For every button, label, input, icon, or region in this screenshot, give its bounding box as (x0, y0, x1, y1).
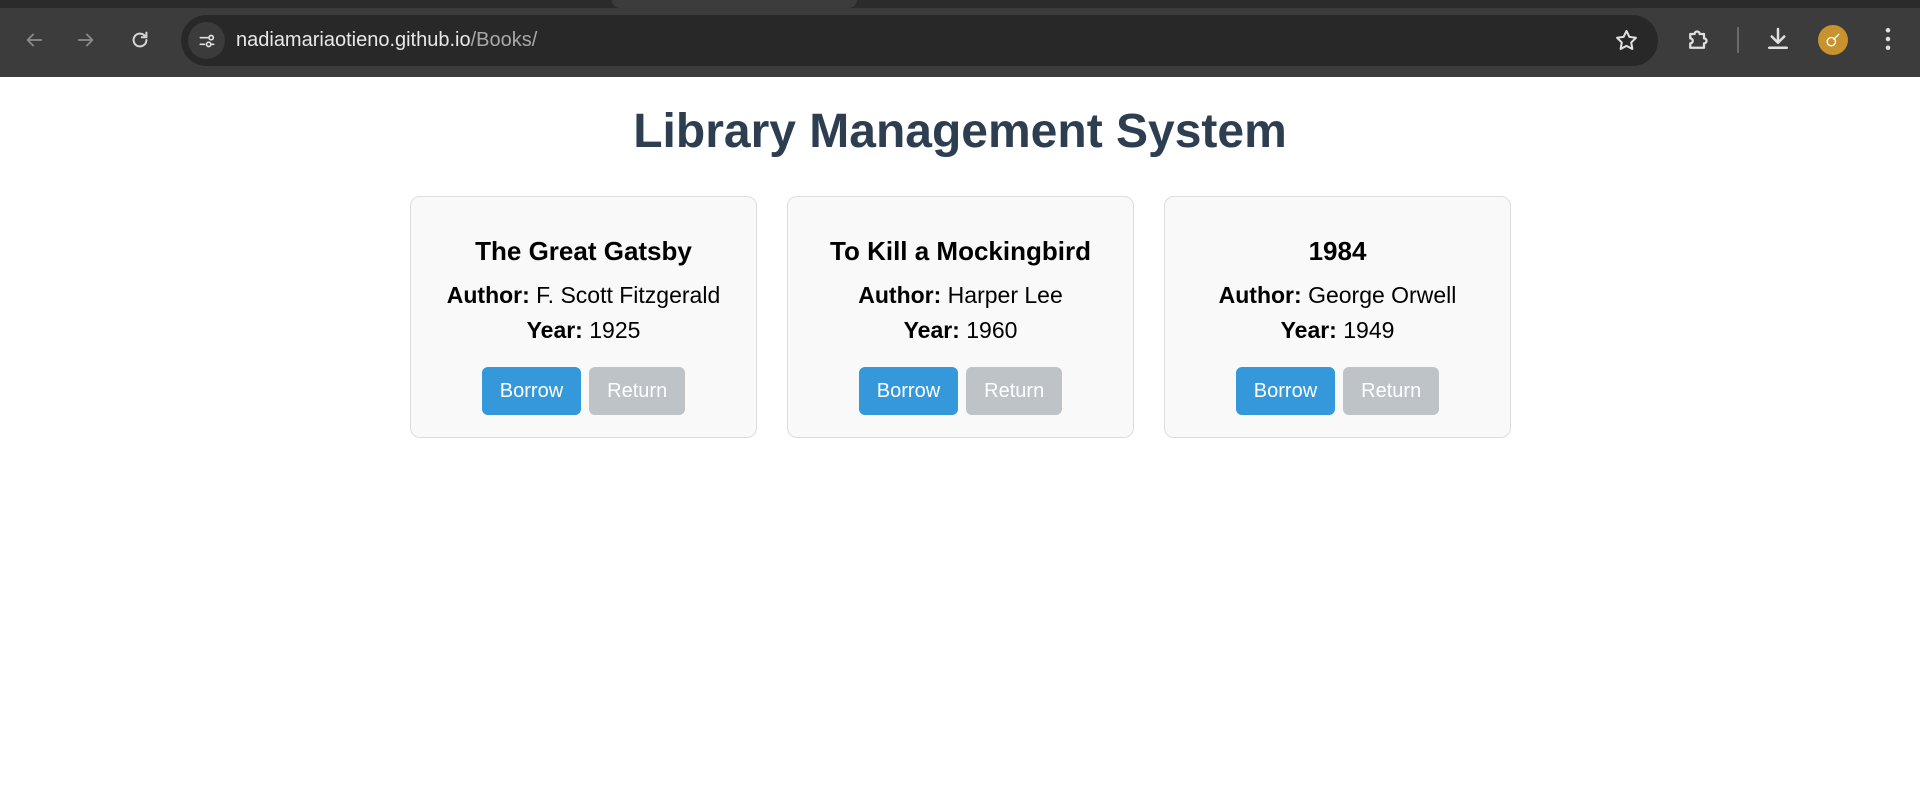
book-actions: Borrow Return (1165, 367, 1510, 415)
borrow-button[interactable]: Borrow (858, 367, 959, 415)
page-title: Library Management System (633, 105, 1287, 158)
author-value: George Orwell (1308, 282, 1457, 308)
book-year: Year: 1949 (1165, 317, 1510, 344)
borrow-button[interactable]: Borrow (481, 367, 582, 415)
book-author: Author: George Orwell (1165, 282, 1510, 309)
return-button[interactable]: Return (966, 367, 1063, 415)
book-title: 1984 (1308, 236, 1367, 266)
forward-button[interactable] (66, 20, 106, 60)
year-label: Year: (903, 317, 960, 343)
book-card: 1984 Author: George Orwell Year: 1949 Bo… (1164, 196, 1511, 438)
reload-icon (132, 31, 148, 48)
year-label: Year: (1280, 317, 1337, 343)
back-arrow-icon (26, 33, 43, 47)
bookmark-star-icon[interactable] (1613, 27, 1640, 54)
year-value: 1925 (589, 317, 641, 343)
browser-toolbar: nadiamariaotieno.github.io/Books/ (0, 0, 1920, 77)
book-card: The Great Gatsby Author: F. Scott Fitzge… (410, 196, 757, 438)
back-button[interactable] (14, 20, 54, 60)
book-title: The Great Gatsby (475, 236, 692, 266)
site-info-button[interactable] (188, 22, 225, 59)
borrow-button[interactable]: Borrow (1235, 367, 1336, 415)
book-year: Year: 1960 (788, 317, 1133, 344)
year-value: 1949 (1343, 317, 1395, 343)
toolbar-divider (1737, 27, 1739, 53)
extensions-icon[interactable] (1684, 24, 1714, 54)
year-value: 1960 (966, 317, 1018, 343)
book-author: Author: Harper Lee (788, 282, 1133, 309)
address-bar[interactable]: nadiamariaotieno.github.io/Books/ (181, 15, 1658, 66)
book-author: Author: F. Scott Fitzgerald (411, 282, 756, 309)
return-button[interactable]: Return (1343, 367, 1440, 415)
author-label: Author: (1218, 282, 1302, 308)
return-button[interactable]: Return (589, 367, 686, 415)
more-menu-icon[interactable] (1873, 24, 1903, 54)
url-text[interactable]: nadiamariaotieno.github.io/Books/ (236, 15, 537, 66)
author-label: Author: (858, 282, 942, 308)
avatar-image (1826, 33, 1840, 47)
book-actions: Borrow Return (411, 367, 756, 415)
year-label: Year: (526, 317, 583, 343)
reload-button[interactable] (120, 20, 160, 60)
book-title: To Kill a Mockingbird (830, 236, 1091, 266)
url-path: /Books/ (470, 29, 538, 51)
url-host: nadiamariaotieno.github.io (236, 29, 471, 51)
book-actions: Borrow Return (788, 367, 1133, 415)
book-list: The Great Gatsby Author: F. Scott Fitzge… (410, 196, 1511, 438)
author-value: Harper Lee (947, 282, 1063, 308)
profile-avatar-icon[interactable] (1818, 25, 1848, 55)
forward-arrow-icon (77, 33, 94, 47)
book-year: Year: 1925 (411, 317, 756, 344)
book-card: To Kill a Mockingbird Author: Harper Lee… (787, 196, 1134, 438)
active-tab-edge (612, 0, 857, 8)
download-icon[interactable] (1763, 24, 1793, 54)
author-label: Author: (446, 282, 530, 308)
author-value: F. Scott Fitzgerald (536, 282, 721, 308)
site-info-icon (199, 34, 214, 47)
tab-strip (0, 0, 1920, 8)
